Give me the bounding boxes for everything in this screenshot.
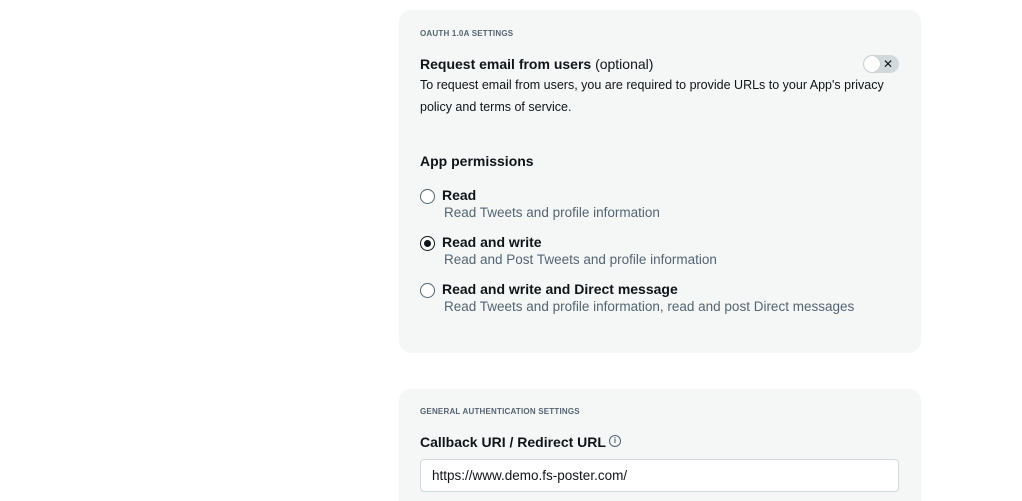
permission-option-read-write[interactable]: Read and write Read and Post Tweets and … <box>420 234 900 274</box>
callback-url-label: Callback URI / Redirect URL <box>420 434 606 450</box>
request-email-description: To request email from users, you are req… <box>420 78 884 114</box>
info-icon[interactable]: i <box>609 435 621 447</box>
request-email-title: Request email from users (optional) <box>420 56 653 72</box>
optional-label: (optional) <box>595 56 654 72</box>
permission-option-read[interactable]: Read Read Tweets and profile information <box>420 187 900 227</box>
section-label: OAUTH 1.0A SETTINGS <box>420 29 514 38</box>
section-label: GENERAL AUTHENTICATION SETTINGS <box>420 407 580 416</box>
permission-label: Read <box>442 187 477 203</box>
permission-label: Read and write <box>442 234 542 250</box>
permission-label: Read and write and Direct message <box>442 281 678 297</box>
radio-read-write[interactable] <box>420 236 435 251</box>
permission-description: Read and Post Tweets and profile informa… <box>444 252 717 267</box>
permission-description: Read Tweets and profile information, rea… <box>444 299 855 314</box>
oauth-settings-card: OAUTH 1.0A SETTINGS Request email from u… <box>399 10 921 353</box>
app-permissions-heading: App permissions <box>420 153 534 169</box>
app-settings-page: OAUTH 1.0A SETTINGS Request email from u… <box>0 0 1022 501</box>
general-auth-settings-card: GENERAL AUTHENTICATION SETTINGS Callback… <box>399 389 921 501</box>
callback-url-input[interactable] <box>420 459 899 492</box>
radio-read-write-dm[interactable] <box>420 283 435 298</box>
x-icon: ✕ <box>883 57 894 71</box>
radio-read[interactable] <box>420 189 435 204</box>
toggle-knob <box>864 56 880 72</box>
request-email-toggle[interactable]: ✕ <box>863 55 899 73</box>
permission-description: Read Tweets and profile information <box>444 205 660 220</box>
permission-option-read-write-dm[interactable]: Read and write and Direct message Read T… <box>420 281 900 321</box>
request-email-label: Request email from users <box>420 56 592 72</box>
